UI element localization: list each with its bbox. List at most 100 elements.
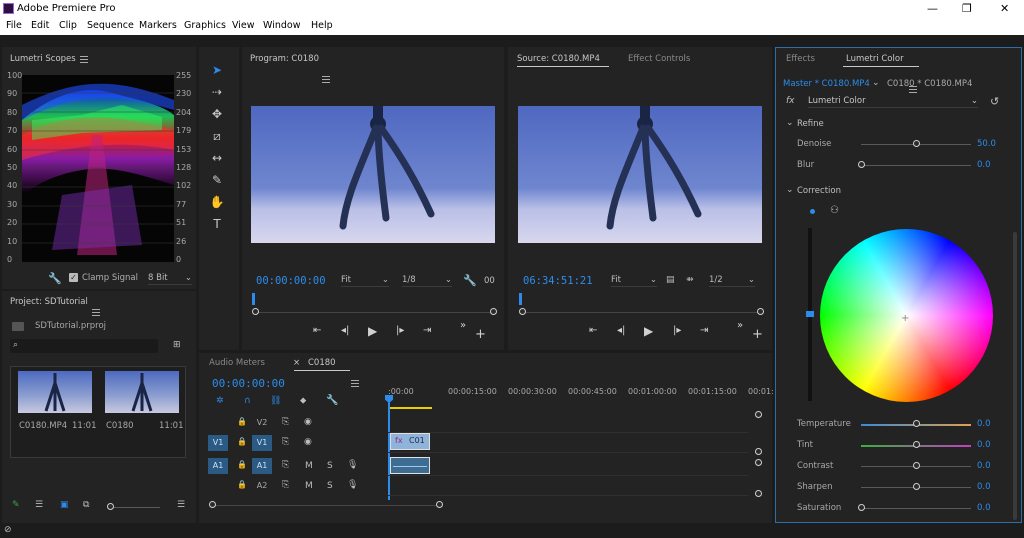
mute-button[interactable]: M xyxy=(305,461,313,471)
track-select-tool[interactable]: ⇢ xyxy=(206,84,228,100)
go-to-out-icon[interactable]: ⇥ xyxy=(700,325,708,336)
menu-window[interactable]: Window xyxy=(263,20,300,31)
mute-button[interactable]: M xyxy=(305,481,313,491)
close-button[interactable]: ✕ xyxy=(1000,2,1009,15)
microphone-icon[interactable]: 🎙 xyxy=(347,460,358,470)
tab-audio-meters[interactable]: Audio Meters xyxy=(209,358,265,368)
hand-tool[interactable]: ✋ xyxy=(206,194,228,210)
more-controls-icon[interactable]: » xyxy=(737,320,743,331)
program-zoom-dropdown[interactable]: Fit ⌄ xyxy=(341,275,389,287)
audio-track-output-icon[interactable]: ⎘ xyxy=(282,460,289,470)
slider-knob[interactable] xyxy=(858,504,865,511)
menu-edit[interactable]: Edit xyxy=(31,20,49,31)
wrench-icon[interactable]: 🔧 xyxy=(463,274,477,287)
timeline-vscroll-knob[interactable] xyxy=(755,459,762,466)
timeline-hscrollbar[interactable] xyxy=(212,505,440,506)
project-thumbnail[interactable] xyxy=(105,371,179,413)
step-back-icon[interactable]: ◂| xyxy=(617,325,625,336)
luminance-slider-handle[interactable] xyxy=(806,311,814,317)
step-forward-icon[interactable]: |▸ xyxy=(673,325,681,336)
lock-icon[interactable]: 🔒 xyxy=(237,417,247,426)
menu-file[interactable]: File xyxy=(6,20,22,31)
lock-icon[interactable]: 🔒 xyxy=(237,460,247,469)
selection-tool[interactable]: ➤ xyxy=(206,62,228,78)
slider-track[interactable] xyxy=(861,165,971,166)
timeline-vscroll-knob[interactable] xyxy=(755,411,762,418)
slider-knob[interactable] xyxy=(858,161,865,168)
wrench-icon[interactable]: 🔧 xyxy=(326,395,338,406)
tab-effects[interactable]: Effects xyxy=(786,54,815,64)
icon-view-icon[interactable]: ▣ xyxy=(60,500,69,510)
source-timecode[interactable]: 06:34:51:21 xyxy=(523,275,593,287)
slider-value[interactable]: 0.0 xyxy=(977,160,991,170)
slider-knob[interactable] xyxy=(913,441,920,448)
microphone-icon[interactable]: 🎙 xyxy=(347,480,358,490)
add-button-icon[interactable]: + xyxy=(752,327,763,342)
list-view-icon[interactable]: ☰ xyxy=(35,500,43,510)
track-source-patch[interactable]: A1 xyxy=(208,458,228,474)
menu-help[interactable]: Help xyxy=(311,20,333,31)
tab-lumetri-color[interactable]: Lumetri Color xyxy=(846,54,904,64)
audio-clip[interactable] xyxy=(390,457,430,474)
source-scrollbar[interactable] xyxy=(524,312,760,313)
program-timecode[interactable]: 00:00:00:00 xyxy=(256,275,326,287)
sequence-clip-label[interactable]: C0180 * C0180.MP4 xyxy=(887,79,972,89)
menu-markers[interactable]: Markers xyxy=(139,20,177,31)
lumetri-scrollbar[interactable] xyxy=(1013,232,1017,520)
thumbnail-zoom-knob[interactable] xyxy=(107,503,114,510)
project-search-input[interactable] xyxy=(10,339,158,353)
timeline-vscroll-knob[interactable] xyxy=(755,490,762,497)
work-area-bar[interactable] xyxy=(390,407,432,409)
play-icon[interactable]: ▶ xyxy=(368,324,377,338)
solo-button[interactable]: S xyxy=(327,481,333,491)
tab-source[interactable]: Source: C0180.MP4 xyxy=(517,54,600,64)
timeline-menu-icon[interactable] xyxy=(350,380,359,387)
linked-selection-icon[interactable]: ⛓ xyxy=(270,396,281,406)
video-clip[interactable]: fx C01 xyxy=(390,433,430,450)
eye-icon[interactable]: ◉ xyxy=(304,417,312,427)
program-scroll-end-knob[interactable] xyxy=(490,308,497,315)
slider-value[interactable]: 0.0 xyxy=(977,440,991,450)
refine-section-title[interactable]: Refine xyxy=(797,119,824,129)
color-wheel-crosshair-icon[interactable]: + xyxy=(901,313,909,324)
single-wheel-icon[interactable] xyxy=(810,209,815,214)
slider-value[interactable]: 0.0 xyxy=(977,503,991,513)
project-more-icon[interactable]: ☰ xyxy=(177,500,185,510)
chevron-down-icon[interactable]: ⌄ xyxy=(786,118,794,128)
track-source-patch[interactable]: V1 xyxy=(208,435,228,451)
pencil-icon[interactable]: ✎ xyxy=(12,500,20,510)
project-menu-icon[interactable] xyxy=(92,309,100,316)
tab-effect-controls[interactable]: Effect Controls xyxy=(628,54,690,64)
new-bin-icon[interactable]: ⊞ xyxy=(173,340,181,350)
slider-value[interactable]: 50.0 xyxy=(977,139,996,149)
sync-lock-icon[interactable]: ⎘ xyxy=(282,437,289,447)
track-target[interactable]: A2 xyxy=(252,478,272,494)
slider-knob[interactable] xyxy=(913,462,920,469)
minimize-button[interactable]: — xyxy=(927,2,938,15)
effect-dropdown[interactable]: Lumetri Color ⌄ xyxy=(808,96,978,108)
track-target[interactable]: V1 xyxy=(252,435,272,451)
close-sequence-icon[interactable]: × xyxy=(293,358,300,368)
sync-lock-icon[interactable]: ⎘ xyxy=(282,417,289,427)
type-tool[interactable]: T xyxy=(206,216,228,232)
tab-sequence[interactable]: C0180 xyxy=(308,358,336,368)
program-scrollbar[interactable] xyxy=(258,312,494,313)
slider-knob[interactable] xyxy=(913,483,920,490)
audio-track-output-icon[interactable]: ⎘ xyxy=(282,480,289,490)
go-to-out-icon[interactable]: ⇥ xyxy=(423,325,431,336)
pen-tool[interactable]: ✎ xyxy=(206,172,228,188)
menu-view[interactable]: View xyxy=(232,20,255,31)
program-scroll-start-knob[interactable] xyxy=(252,308,259,315)
timeline-zoom-end-knob[interactable] xyxy=(436,501,443,508)
add-button-icon[interactable]: + xyxy=(475,327,486,342)
nest-sequence-icon[interactable]: ✲ xyxy=(216,396,224,406)
add-marker-icon[interactable]: ⬥ xyxy=(300,396,306,406)
maximize-button[interactable]: ❐ xyxy=(962,2,972,15)
timeline-vscroll-knob[interactable] xyxy=(755,448,762,455)
menu-clip[interactable]: Clip xyxy=(59,20,77,31)
step-back-icon[interactable]: ◂| xyxy=(341,325,349,336)
source-scroll-end-knob[interactable] xyxy=(757,308,764,315)
program-resolution-dropdown[interactable]: 1/8 ⌄ xyxy=(402,275,452,287)
source-resolution-dropdown[interactable]: 1/2 ⌄ xyxy=(709,275,755,287)
three-way-wheels-icon[interactable]: ⚇ xyxy=(830,205,839,216)
